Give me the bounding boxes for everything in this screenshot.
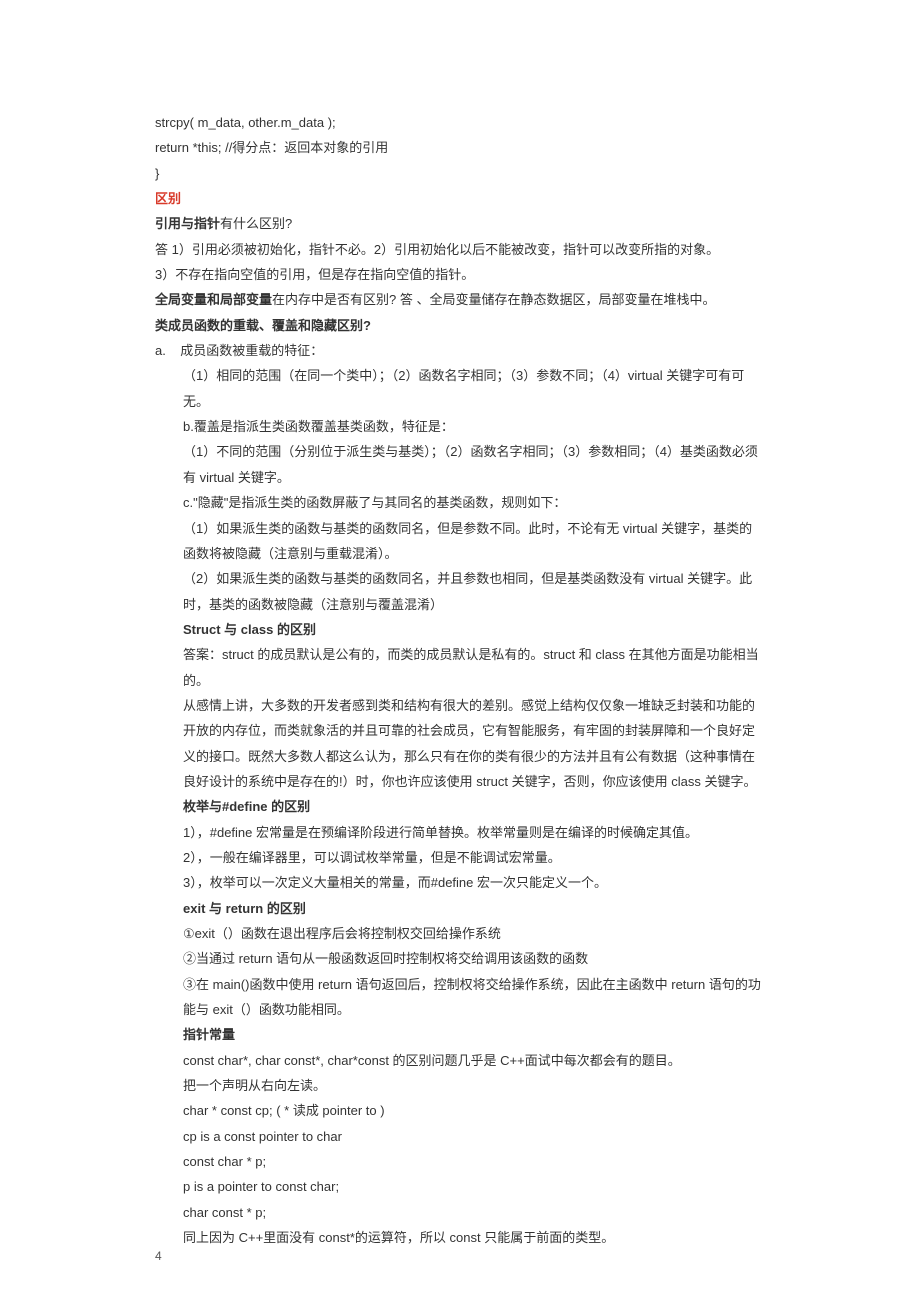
body-text: （1）不同的范围（分别位于派生类与基类）；（2）函数名字相同；（3）参数相同；（… xyxy=(183,439,765,490)
body-text: 答案：struct 的成员默认是公有的，而类的成员默认是私有的。struct 和… xyxy=(183,642,765,693)
code-line: } xyxy=(155,161,765,186)
body-text: 把一个声明从右向左读。 xyxy=(183,1073,765,1098)
body-text: 从感情上讲，大多数的开发者感到类和结构有很大的差别。感觉上结构仅仅象一堆缺乏封装… xyxy=(183,693,765,794)
subheading: 枚举与#define 的区别 xyxy=(183,794,765,819)
subheading: 类成员函数的重载、覆盖和隐藏区别? xyxy=(155,313,765,338)
body-text: 3）不存在指向空值的引用，但是存在指向空值的指针。 xyxy=(155,262,765,287)
inline-text: 的区别 xyxy=(273,622,316,637)
body-text: 3），枚举可以一次定义大量相关的常量，而#define 宏一次只能定义一个。 xyxy=(183,870,765,895)
body-text: 2），一般在编译器里，可以调试枚举常量，但是不能调试宏常量。 xyxy=(183,845,765,870)
body-text: （1）如果派生类的函数与基类的函数同名，但是参数不同。此时，不论有无 virtu… xyxy=(183,516,765,567)
body-text: cp is a const pointer to char xyxy=(183,1124,765,1149)
inline-bold: exit xyxy=(183,901,205,916)
body-text: 同上因为 C++里面没有 const*的运算符，所以 const 只能属于前面的… xyxy=(183,1225,765,1250)
inline-bold: return xyxy=(226,901,264,916)
body-text: ③在 main()函数中使用 return 语句返回后，控制权将交给操作系统，因… xyxy=(183,972,765,1023)
list-marker: a. xyxy=(155,343,166,358)
inline-text: 与 xyxy=(221,622,241,637)
body-text: const char*, char const*, char*const 的区别… xyxy=(183,1048,765,1073)
body-text: char * const cp; ( * 读成 pointer to ) xyxy=(183,1098,765,1123)
body-text: 引用与指针有什么区别? xyxy=(155,211,765,236)
inline-text: 的区别 xyxy=(263,901,306,916)
subheading: exit 与 return 的区别 xyxy=(183,896,765,921)
body-text: c."隐藏"是指派生类的函数屏蔽了与其同名的基类函数，规则如下： xyxy=(183,490,765,515)
inline-bold: #define xyxy=(222,799,268,814)
inline-bold: Struct xyxy=(183,622,221,637)
document-page: strcpy( m_data, other.m_data ); return *… xyxy=(0,0,920,1310)
body-text: p is a pointer to const char; xyxy=(183,1174,765,1199)
inline-text: 枚举与 xyxy=(183,799,222,814)
body-text: （1）相同的范围（在同一个类中）；（2）函数名字相同；（3）参数不同；（4）vi… xyxy=(183,363,765,414)
list-item: a. 成员函数被重载的特征： xyxy=(155,338,765,363)
body-text: ②当通过 return 语句从一般函数返回时控制权将交给调用该函数的函数 xyxy=(183,946,765,971)
inline-bold: 引用与指针 xyxy=(155,216,220,231)
inline-text: 的区别 xyxy=(268,799,311,814)
inline-text: 成员函数被重载的特征： xyxy=(180,343,323,358)
body-text: char const * p; xyxy=(183,1200,765,1225)
subheading: 指针常量 xyxy=(183,1022,765,1047)
page-number: 4 xyxy=(155,1245,162,1268)
body-text: 1），#define 宏常量是在预编译阶段进行简单替换。枚举常量则是在编译的时候… xyxy=(183,820,765,845)
inline-text: 与 xyxy=(205,901,225,916)
inline-bold: class xyxy=(241,622,274,637)
body-text: const char * p; xyxy=(183,1149,765,1174)
body-text: b.覆盖是指派生类函数覆盖基类函数，特征是： xyxy=(183,414,765,439)
inline-bold: 全局变量和局部变量 xyxy=(155,292,272,307)
code-line: strcpy( m_data, other.m_data ); xyxy=(155,110,765,135)
body-text: （2）如果派生类的函数与基类的函数同名，并且参数也相同，但是基类函数没有 vir… xyxy=(183,566,765,617)
section-heading: 区别 xyxy=(155,186,765,211)
code-line: return *this; //得分点：返回本对象的引用 xyxy=(155,135,765,160)
subheading: Struct 与 class 的区别 xyxy=(183,617,765,642)
body-text: 答 1）引用必须被初始化，指针不必。2）引用初始化以后不能被改变，指针可以改变所… xyxy=(155,237,765,262)
body-text: 全局变量和局部变量在内存中是否有区别? 答 、全局变量储存在静态数据区，局部变量… xyxy=(155,287,765,312)
inline-text: 在内存中是否有区别? 答 、全局变量储存在静态数据区，局部变量在堆栈中。 xyxy=(272,292,715,307)
body-text: ①exit（）函数在退出程序后会将控制权交回给操作系统 xyxy=(183,921,765,946)
inline-text: 有什么区别? xyxy=(220,216,292,231)
